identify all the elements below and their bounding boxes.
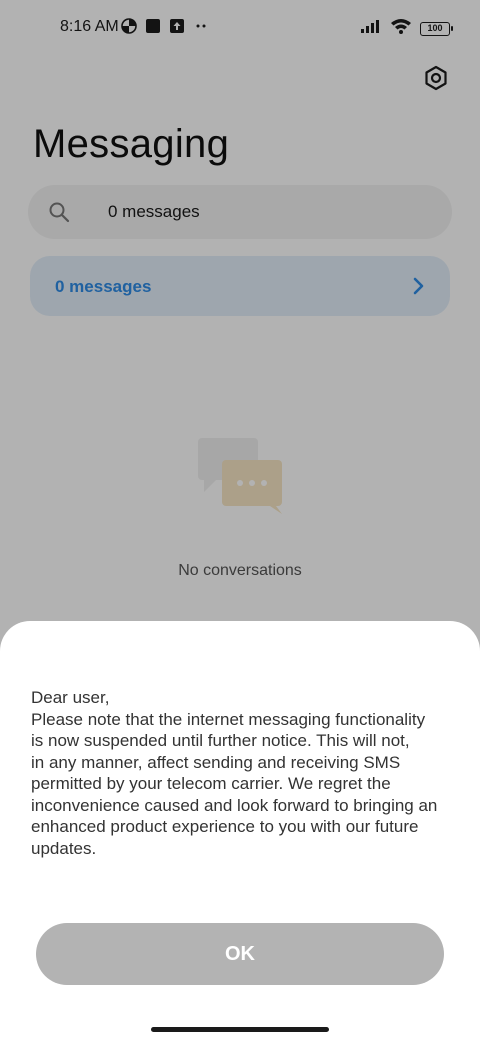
home-indicator[interactable] xyxy=(151,1027,329,1032)
dialog-message-line: Please note that the internet messaging … xyxy=(31,709,426,729)
messaging-screen: 8:16 AM 100 Messaging 0 messages 0 messa… xyxy=(0,0,480,1040)
dialog-message-line: in any manner, affect sending and receiv… xyxy=(31,752,401,772)
dialog-message-line: updates. xyxy=(31,838,97,858)
ok-button-label: OK xyxy=(225,942,255,965)
dialog-message: Dear user, Please note that the internet… xyxy=(31,687,461,859)
ok-button[interactable]: OK xyxy=(36,923,444,985)
dialog-message-line: is now suspended until further notice. T… xyxy=(31,731,410,750)
dialog-message-line: enhanced product experience to you with … xyxy=(31,817,419,836)
dialog-message-line: inconvenience caused and look forward to… xyxy=(31,795,438,815)
dialog-message-line: permitted by your telecom carrier. We re… xyxy=(31,774,391,793)
notice-dialog: Dear user, Please note that the internet… xyxy=(0,621,480,1040)
dialog-message-line: Dear user, xyxy=(31,688,110,707)
